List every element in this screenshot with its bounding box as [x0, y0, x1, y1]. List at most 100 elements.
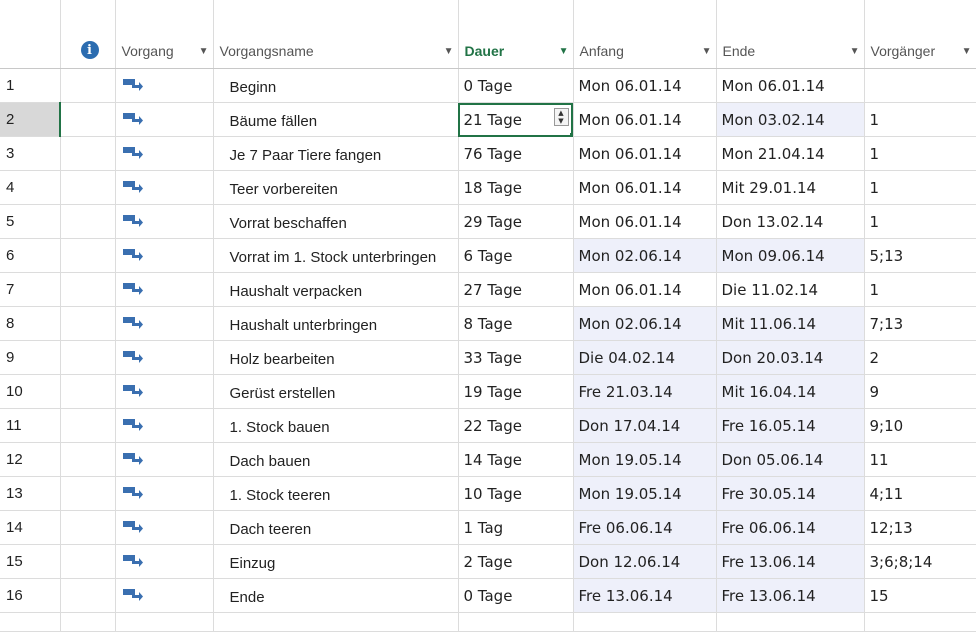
predecessors-cell[interactable]: 4;11 [864, 476, 976, 511]
spin-up-icon[interactable]: ▲ [555, 109, 568, 117]
start-cell[interactable]: Mon 02.06.14 [573, 306, 717, 341]
predecessors-cell[interactable]: 1 [864, 170, 976, 205]
table-row[interactable]: 10 Gerüst erstellen 19 Tage Fre 21.03.14 Mit… [0, 374, 976, 409]
row-id[interactable]: 11 [0, 408, 61, 443]
task-name-cell[interactable]: Dach teeren [213, 510, 459, 545]
start-cell[interactable]: Don 17.04.14 [573, 408, 717, 443]
predecessors-cell[interactable]: 11 [864, 442, 976, 477]
start-cell[interactable]: Mon 06.01.14 [573, 204, 717, 239]
spin-down-icon[interactable]: ▼ [555, 117, 568, 125]
predecessors-cell[interactable]: 1 [864, 204, 976, 239]
start-cell[interactable]: Mon 19.05.14 [573, 476, 717, 511]
start-cell[interactable]: Fre 06.06.14 [573, 510, 717, 545]
column-header-predecessors[interactable]: Vorgänger ▼ [864, 0, 976, 69]
empty-row[interactable] [0, 612, 976, 632]
table-row[interactable]: 12 Dach bauen 14 Tage Mon 19.05.14 Don 05.06… [0, 442, 976, 477]
row-id[interactable]: 9 [0, 340, 61, 375]
duration-cell[interactable]: 10 Tage [458, 476, 574, 511]
spinner-control[interactable]: ▲ ▼ [553, 108, 569, 126]
empty-cell[interactable] [573, 612, 717, 632]
task-mode-cell[interactable] [115, 102, 214, 137]
end-cell[interactable]: Mit 29.01.14 [716, 170, 865, 205]
table-row[interactable]: 13 1. Stock teeren 10 Tage Mon 19.05.14 Fre … [0, 476, 976, 511]
task-name-cell[interactable]: Dach bauen [213, 442, 459, 477]
duration-cell[interactable]: 21 Tage ▲ ▼ [458, 102, 574, 137]
predecessors-cell[interactable]: 12;13 [864, 510, 976, 545]
empty-cell[interactable] [213, 612, 459, 632]
table-row[interactable]: 5 Vorrat beschaffen 29 Tage Mon 06.01.14 Don… [0, 204, 976, 239]
task-mode-cell[interactable] [115, 238, 214, 273]
row-id[interactable]: 16 [0, 578, 61, 613]
task-name-cell[interactable]: Je 7 Paar Tiere fangen [213, 136, 459, 171]
empty-cell[interactable] [0, 612, 61, 632]
task-mode-cell[interactable] [115, 408, 214, 443]
start-cell[interactable]: Die 04.02.14 [573, 340, 717, 375]
table-row[interactable]: 15 Einzug 2 Tage Don 12.06.14 Fre 13.06.14 3;… [0, 544, 976, 579]
duration-cell[interactable]: 14 Tage [458, 442, 574, 477]
end-cell[interactable]: Mon 06.01.14 [716, 68, 865, 103]
predecessors-cell[interactable]: 3;6;8;14 [864, 544, 976, 579]
start-cell[interactable]: Mon 06.01.14 [573, 170, 717, 205]
predecessors-cell[interactable]: 15 [864, 578, 976, 613]
dropdown-arrow-icon[interactable]: ▼ [702, 46, 712, 57]
end-cell[interactable]: Don 13.02.14 [716, 204, 865, 239]
start-cell[interactable]: Mon 06.01.14 [573, 272, 717, 307]
fill-handle[interactable] [569, 133, 572, 136]
predecessors-cell[interactable] [864, 68, 976, 103]
table-row[interactable]: 7 Haushalt verpacken 27 Tage Mon 06.01.14 Di… [0, 272, 976, 307]
predecessors-cell[interactable]: 9;10 [864, 408, 976, 443]
start-cell[interactable]: Don 12.06.14 [573, 544, 717, 579]
row-id[interactable]: 8 [0, 306, 61, 341]
start-cell[interactable]: Fre 21.03.14 [573, 374, 717, 409]
task-name-cell[interactable]: Haushalt verpacken [213, 272, 459, 307]
task-mode-cell[interactable] [115, 136, 214, 171]
task-name-cell[interactable]: 1. Stock bauen [213, 408, 459, 443]
duration-cell[interactable]: 6 Tage [458, 238, 574, 273]
task-mode-cell[interactable] [115, 476, 214, 511]
end-cell[interactable]: Fre 16.05.14 [716, 408, 865, 443]
row-id[interactable]: 4 [0, 170, 61, 205]
task-mode-cell[interactable] [115, 68, 214, 103]
start-cell[interactable]: Fre 13.06.14 [573, 578, 717, 613]
duration-cell[interactable]: 2 Tage [458, 544, 574, 579]
task-name-cell[interactable]: Einzug [213, 544, 459, 579]
table-row[interactable]: 3 Je 7 Paar Tiere fangen 76 Tage Mon 06.01.… [0, 136, 976, 171]
task-mode-cell[interactable] [115, 272, 214, 307]
table-row[interactable]: 16 Ende 0 Tage Fre 13.06.14 Fre 13.06.14 15 [0, 578, 976, 613]
end-cell[interactable]: Mit 11.06.14 [716, 306, 865, 341]
dropdown-arrow-icon[interactable]: ▼ [962, 46, 972, 57]
row-id[interactable]: 14 [0, 510, 61, 545]
column-header-end[interactable]: Ende ▼ [716, 0, 865, 69]
task-name-cell[interactable]: Haushalt unterbringen [213, 306, 459, 341]
duration-cell[interactable]: 0 Tage [458, 578, 574, 613]
end-cell[interactable]: Mit 16.04.14 [716, 374, 865, 409]
empty-cell[interactable] [458, 612, 574, 632]
table-row[interactable]: 14 Dach teeren 1 Tag Fre 06.06.14 Fre 06.06.… [0, 510, 976, 545]
task-mode-cell[interactable] [115, 544, 214, 579]
predecessors-cell[interactable]: 5;13 [864, 238, 976, 273]
row-id[interactable]: 7 [0, 272, 61, 307]
task-mode-cell[interactable] [115, 374, 214, 409]
duration-cell[interactable]: 0 Tage [458, 68, 574, 103]
indicator-column-header[interactable]: i [60, 0, 116, 69]
table-row[interactable]: 11 1. Stock bauen 22 Tage Don 17.04.14 Fre 1… [0, 408, 976, 443]
row-id[interactable]: 1 [0, 68, 61, 103]
empty-cell[interactable] [864, 612, 976, 632]
table-row[interactable]: 6 Vorrat im 1. Stock unterbringen 6 Tage Mo… [0, 238, 976, 273]
duration-cell[interactable]: 8 Tage [458, 306, 574, 341]
column-header-name[interactable]: Vorgangsname ▼ [213, 0, 459, 69]
task-mode-cell[interactable] [115, 442, 214, 477]
predecessors-cell[interactable]: 1 [864, 102, 976, 137]
row-id[interactable]: 3 [0, 136, 61, 171]
start-cell[interactable]: Mon 06.01.14 [573, 102, 717, 137]
predecessors-cell[interactable]: 9 [864, 374, 976, 409]
dropdown-arrow-icon[interactable]: ▼ [444, 46, 454, 57]
end-cell[interactable]: Fre 30.05.14 [716, 476, 865, 511]
dropdown-arrow-icon[interactable]: ▼ [559, 46, 569, 57]
end-cell[interactable]: Mon 21.04.14 [716, 136, 865, 171]
end-cell[interactable]: Mon 03.02.14 [716, 102, 865, 137]
predecessors-cell[interactable]: 1 [864, 272, 976, 307]
task-name-cell[interactable]: Bäume fällen [213, 102, 459, 137]
row-id[interactable]: 6 [0, 238, 61, 273]
empty-cell[interactable] [60, 612, 116, 632]
